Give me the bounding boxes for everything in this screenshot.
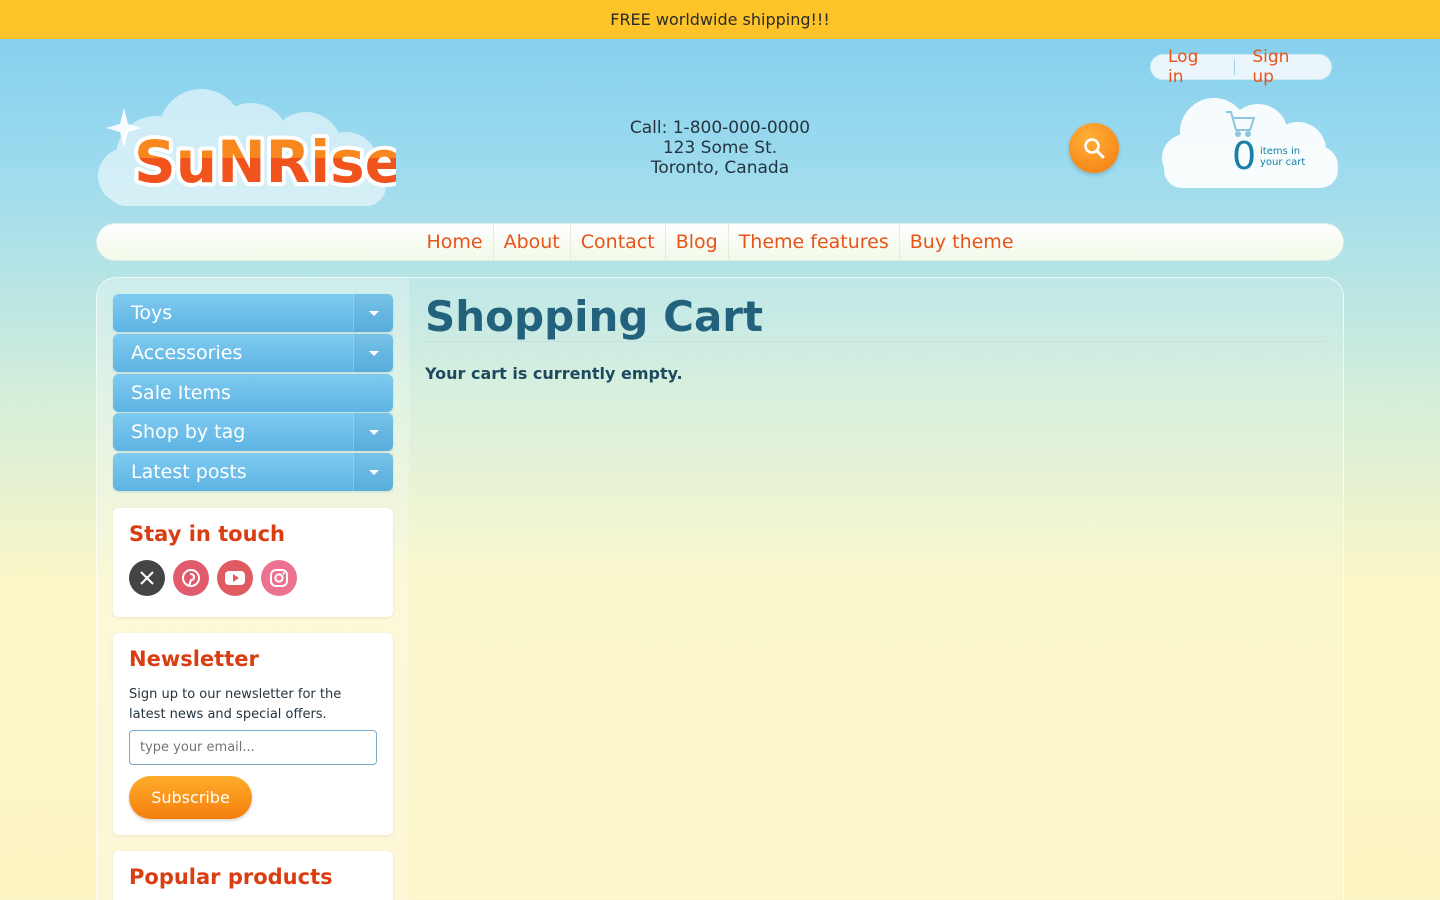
x-icon[interactable] — [129, 560, 165, 596]
announcement-text: FREE worldwide shipping!!! — [610, 10, 830, 29]
expand-toys-button[interactable] — [353, 294, 393, 332]
expand-latest-posts-button[interactable] — [353, 453, 393, 491]
email-field[interactable] — [129, 730, 377, 765]
instagram-icon[interactable] — [261, 560, 297, 596]
page-title: Shopping Cart — [425, 292, 764, 341]
category-sale-items[interactable]: Sale Items — [113, 374, 393, 412]
nav-home[interactable]: Home — [416, 223, 492, 261]
category-toys[interactable]: Toys — [113, 294, 393, 332]
category-latest-posts[interactable]: Latest posts — [113, 453, 393, 491]
street-address: 123 Some St. — [662, 138, 778, 158]
logo-image: SuNRise SuNRise SuNRise — [98, 89, 408, 206]
cart-count[interactable]: 0 — [1232, 134, 1256, 178]
cart-label[interactable]: items in your cart — [1260, 146, 1320, 168]
subscribe-button[interactable]: Subscribe — [129, 776, 252, 819]
chevron-down-icon — [368, 350, 379, 356]
search-button[interactable] — [1069, 123, 1119, 173]
search-icon — [1084, 138, 1105, 159]
chevron-down-icon — [368, 429, 379, 435]
category-label: Accessories — [131, 342, 243, 364]
expand-shop-by-tag-button[interactable] — [353, 413, 393, 451]
nav-blog[interactable]: Blog — [664, 223, 728, 261]
city-address: Toronto, Canada — [650, 158, 790, 178]
newsletter-description: Sign up to our newsletter for the latest… — [129, 687, 342, 722]
category-accessories[interactable]: Accessories — [113, 334, 393, 372]
chevron-down-icon — [368, 310, 379, 316]
widget-title: Newsletter — [129, 647, 259, 671]
category-label: Toys — [131, 302, 173, 324]
widget-title: Stay in touch — [129, 522, 285, 546]
nav-theme-features[interactable]: Theme features — [727, 223, 899, 261]
category-label: Latest posts — [131, 461, 247, 483]
popular-products-widget: Popular products — [113, 851, 393, 900]
logo[interactable]: SuNRise SuNRise SuNRise — [96, 86, 408, 208]
announcement-bar: FREE worldwide shipping!!! — [0, 0, 1440, 39]
expand-accessories-button[interactable] — [353, 334, 393, 372]
title-divider — [425, 341, 1327, 342]
category-shop-by-tag[interactable]: Shop by tag — [113, 413, 393, 451]
nav-about[interactable]: About — [492, 223, 570, 261]
empty-cart-message: Your cart is currently empty. — [425, 364, 683, 383]
main-nav: Home About Contact Blog Theme features B… — [96, 223, 1344, 261]
cart-label-line2: your cart — [1260, 157, 1306, 168]
cart-label-line1: items in — [1260, 146, 1301, 157]
newsletter-widget: Newsletter Sign up to our newsletter for… — [113, 633, 393, 835]
phone-number: Call: 1-800-000-0000 — [629, 118, 811, 138]
youtube-icon[interactable] — [217, 560, 253, 596]
store-contact: Call: 1-800-000-0000 123 Some St. Toront… — [560, 118, 880, 178]
category-label: Sale Items — [131, 382, 231, 404]
stay-in-touch-widget: Stay in touch — [113, 508, 393, 617]
pinterest-icon[interactable] — [173, 560, 209, 596]
nav-contact[interactable]: Contact — [569, 223, 665, 261]
account-links: Log in Sign up — [1150, 47, 1332, 87]
widget-title: Popular products — [129, 865, 333, 889]
nav-buy-theme[interactable]: Buy theme — [898, 223, 1024, 261]
login-link[interactable]: Log in — [1151, 47, 1234, 87]
social-links — [129, 560, 297, 596]
category-label: Shop by tag — [131, 421, 246, 443]
signup-link[interactable]: Sign up — [1235, 47, 1331, 87]
chevron-down-icon — [368, 469, 379, 475]
